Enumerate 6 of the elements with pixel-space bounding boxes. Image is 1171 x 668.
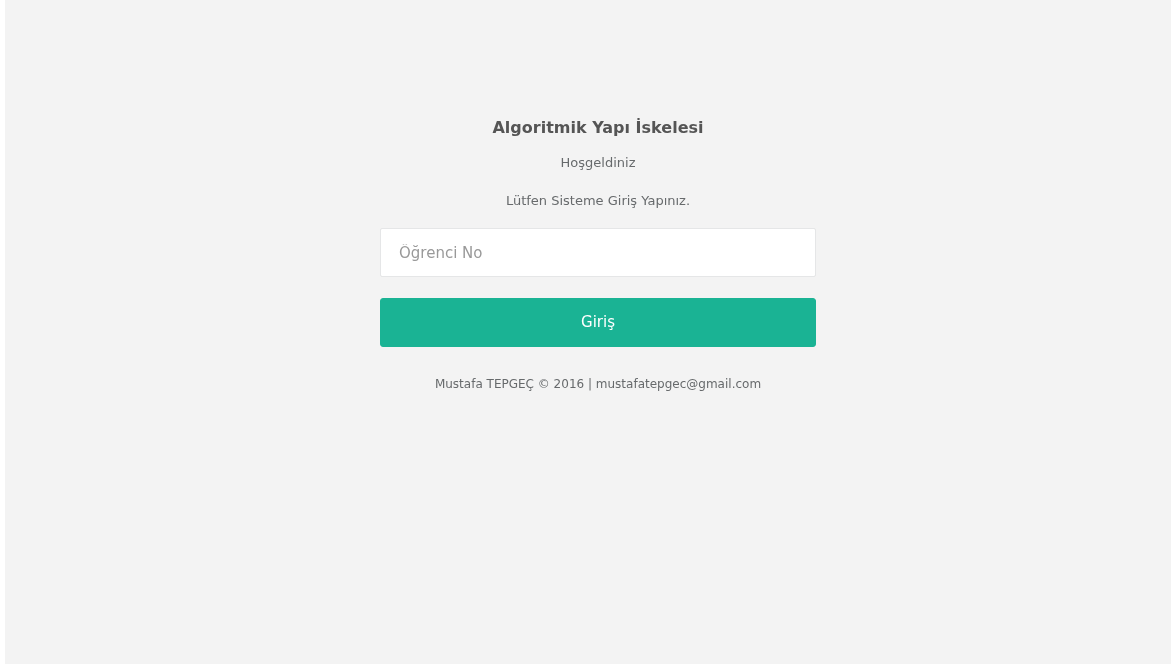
footer-text: Mustafa TEPGEÇ © 2016 | mustafatepgec@gmail.com [433,376,763,394]
instruction-text: Lütfen Sisteme Giriş Yapınız. [504,191,692,210]
welcome-text: Hoşgeldiniz [559,154,637,173]
student-number-field[interactable]: Öğrenci No [380,228,816,278]
login-button[interactable]: Giriş [380,298,816,348]
page-title: Algoritmik Yapı İskelesi [491,118,705,138]
